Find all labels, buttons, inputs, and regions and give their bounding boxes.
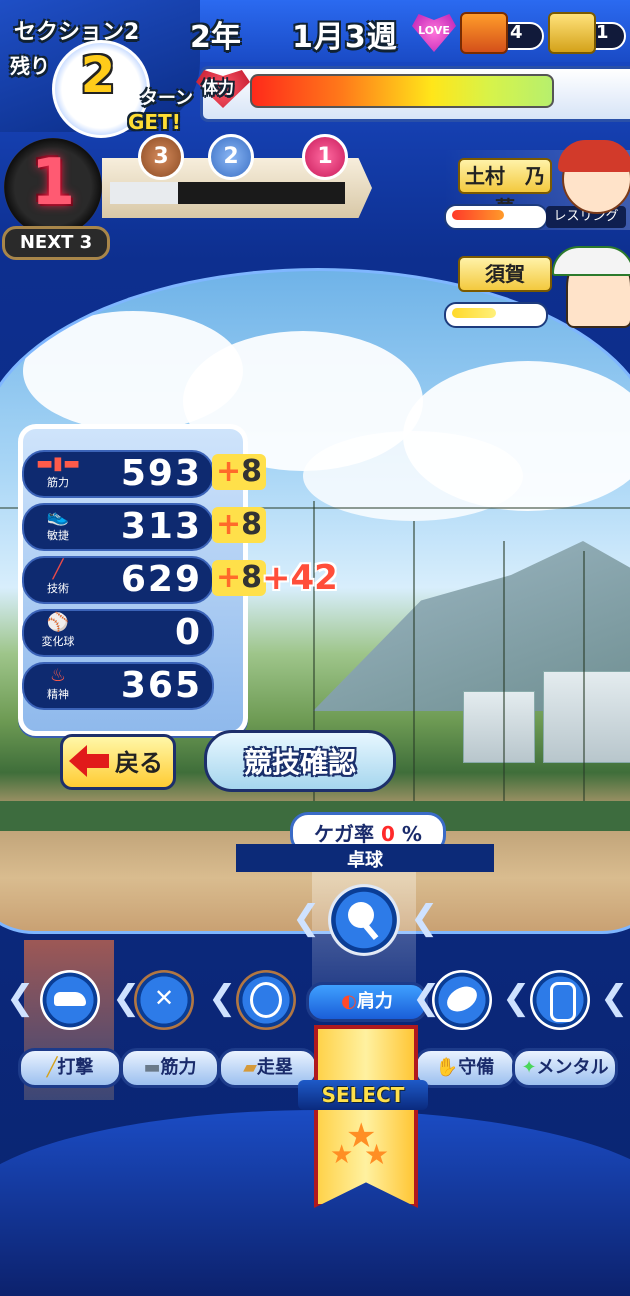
- glove-icon: ✋: [435, 1057, 459, 1078]
- stat-row-power: ▬▮▬ 筋力 593: [22, 450, 214, 498]
- chevron-left-icon: ❮: [600, 978, 629, 1018]
- dumbbell-icon: ▬▮▬ 筋力: [36, 453, 80, 490]
- rank-progress-track: [175, 182, 345, 204]
- game-screen: セクション2 残り 2 ターン 2年 1月3週 LOVE 4 1 体力 GET!…: [0, 0, 630, 1296]
- sparkle-icon: ✦: [521, 1057, 537, 1078]
- stat-row-technique: ╱ 技術 629: [22, 556, 214, 604]
- confirm-label: 競技確認: [243, 746, 356, 779]
- training-label-defense[interactable]: ✋守備: [414, 1048, 516, 1088]
- training-label-mental[interactable]: ✦メンタル: [512, 1048, 618, 1088]
- star-icon: ★: [364, 1138, 390, 1171]
- stat-bonus: +8: [212, 507, 267, 543]
- character-name: 須賀: [458, 256, 552, 292]
- star-icon: ★: [330, 1140, 354, 1170]
- selected-training-tag[interactable]: ◐肩力: [306, 982, 428, 1022]
- spirit-icon: ♨ 精神: [47, 665, 69, 702]
- back-button[interactable]: 戻る: [60, 734, 176, 790]
- character-gauge-fill: [452, 308, 496, 318]
- chest-count-a: 4: [510, 22, 523, 43]
- white-cap-icon: [552, 246, 630, 276]
- stat-row-agility: 👟 敏捷 313: [22, 503, 214, 551]
- tennis-icon[interactable]: [236, 970, 296, 1030]
- chevron-left-icon: ❮: [6, 978, 35, 1018]
- back-label: 戻る: [115, 749, 163, 777]
- dumbbell-icon: ▬: [143, 1057, 161, 1078]
- shoe-icon[interactable]: [40, 970, 100, 1030]
- building: [463, 691, 535, 763]
- fence-post: [583, 551, 585, 821]
- curveball-icon: ⚾ 変化球: [41, 612, 75, 649]
- rank-current: 1: [30, 146, 76, 220]
- gold-chest-icon: [548, 12, 596, 54]
- stat-value: 0: [174, 612, 202, 653]
- month-week-label: 1月3週: [292, 20, 398, 55]
- chevron-left-icon: ❮: [502, 978, 531, 1018]
- bat-icon: ╱: [46, 1057, 58, 1078]
- select-label: SELECT: [321, 1083, 405, 1107]
- bat-icon: ╱ 技術: [47, 559, 69, 596]
- fence-post: [503, 541, 505, 821]
- chevron-left-icon: ❮: [208, 978, 237, 1018]
- shoe-icon: 👟 敏捷: [46, 506, 70, 543]
- stat-extra-bonus: +42: [262, 558, 338, 598]
- remaining-turns: 2: [80, 46, 116, 104]
- back-arrow-icon: [69, 745, 109, 777]
- character-name: 土村 乃夢: [458, 158, 552, 220]
- chest-count-b: 1: [596, 22, 609, 43]
- section-label: セクション2: [14, 20, 140, 45]
- stat-row-spirit: ♨ 精神 365: [22, 662, 214, 710]
- stamina-label: 体力: [202, 78, 235, 97]
- stat-value: 365: [120, 665, 202, 706]
- event-confirm-button[interactable]: 競技確認: [204, 730, 396, 792]
- rank-progress-fill: [110, 182, 178, 204]
- red-chest-icon: [460, 12, 508, 54]
- year-label: 2年: [190, 20, 241, 55]
- selected-training-banner: 卓球: [236, 844, 494, 872]
- injury-label: ケガ率: [314, 822, 375, 846]
- base-icon: ▰: [243, 1057, 257, 1078]
- rugby-icon[interactable]: [432, 970, 492, 1030]
- table-tennis-icon[interactable]: [328, 884, 400, 956]
- fencing-icon[interactable]: ✕: [134, 970, 194, 1030]
- love-label: LOVE: [418, 24, 450, 37]
- stat-value: 593: [120, 453, 202, 494]
- stat-row-breaking-ball: ⚾ 変化球 0: [22, 609, 214, 657]
- selected-training-name: 卓球: [347, 850, 383, 871]
- throw-icon: ◐: [341, 991, 357, 1012]
- red-cap-icon: [558, 140, 630, 172]
- get-label: GET!: [128, 110, 181, 134]
- stat-bonus: +8: [212, 454, 267, 490]
- select-button[interactable]: SELECT: [298, 1080, 428, 1110]
- next-rank-label: NEXT 3: [2, 226, 110, 260]
- stat-bonus: +8: [212, 560, 267, 596]
- character-gauge-fill: [452, 210, 504, 220]
- injury-unit: %: [401, 822, 422, 846]
- stamina-bar: [250, 74, 554, 108]
- injury-value: 0: [381, 822, 395, 846]
- gold-medal-icon: 1: [302, 134, 348, 180]
- stat-value: 629: [120, 559, 202, 600]
- chevron-left-icon: ❮: [410, 898, 439, 938]
- training-label-batting[interactable]: ╱打撃: [18, 1048, 122, 1088]
- chevron-left-icon: ❮: [292, 898, 321, 938]
- stat-value: 313: [120, 506, 202, 547]
- silver-medal-icon: 2: [208, 134, 254, 180]
- wrestling-icon[interactable]: [530, 970, 590, 1030]
- remaining-label: 残り: [10, 54, 50, 78]
- building: [543, 671, 630, 763]
- fence-post: [413, 521, 415, 821]
- training-label-power[interactable]: ▬筋力: [120, 1048, 220, 1088]
- turn-label: ターン: [140, 88, 194, 109]
- bronze-medal-icon: 3: [138, 134, 184, 180]
